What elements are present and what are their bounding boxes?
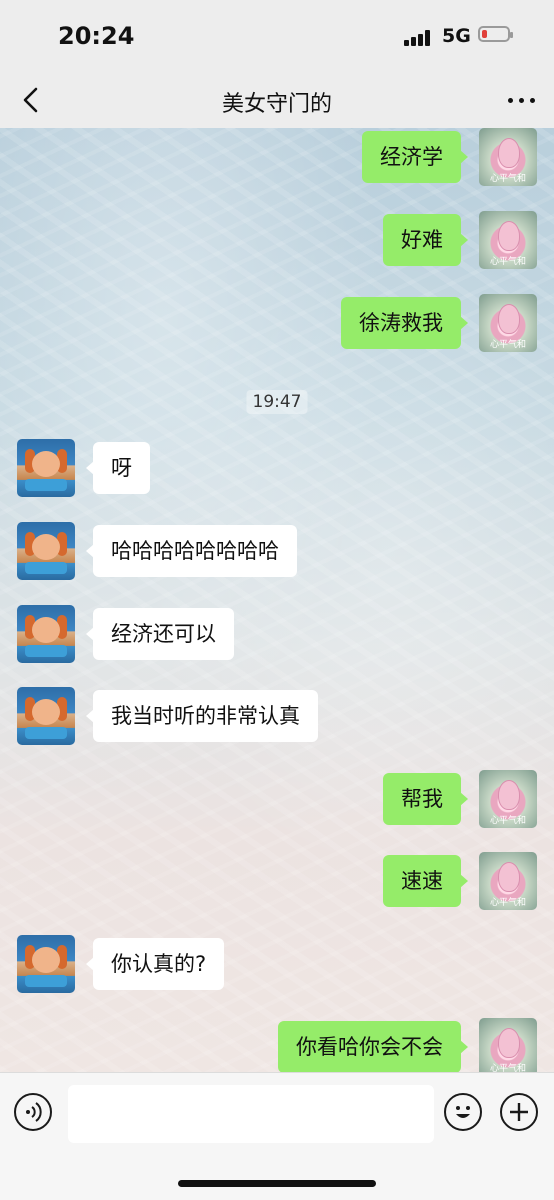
status-bar: 20:24 5G (0, 0, 554, 72)
contact-avatar[interactable] (17, 522, 75, 580)
my-avatar[interactable]: 心平气和 (479, 770, 537, 828)
battery-icon (478, 26, 513, 42)
contact-message-bubble[interactable]: 我当时听的非常认真 (86, 690, 318, 742)
my-avatar[interactable]: 心平气和 (479, 128, 537, 186)
message-timestamp: 19:47 (246, 390, 308, 414)
more-button[interactable] (506, 86, 538, 114)
contact-message-bubble[interactable]: 呀 (86, 442, 150, 494)
emoji-button[interactable] (444, 1093, 482, 1131)
more-dots-icon (508, 98, 513, 103)
contact-message-bubble[interactable]: 经济还可以 (86, 608, 234, 660)
my-avatar[interactable]: 心平气和 (479, 211, 537, 269)
signal-icon (404, 30, 434, 46)
my-message-bubble[interactable]: 速速 (383, 855, 468, 907)
plus-icon (510, 1103, 528, 1121)
my-message-bubble[interactable]: 你看哈你会不会 (278, 1021, 468, 1072)
voice-button[interactable] (14, 1093, 52, 1131)
contact-avatar[interactable] (17, 687, 75, 745)
contact-avatar[interactable] (17, 605, 75, 663)
avatar-caption: 心平气和 (489, 174, 526, 184)
my-message-bubble[interactable]: 好难 (383, 214, 468, 266)
my-avatar[interactable]: 心平气和 (479, 852, 537, 910)
avatar-caption: 心平气和 (489, 257, 526, 267)
avatar-caption: 心平气和 (489, 898, 526, 908)
message-input[interactable] (68, 1085, 434, 1143)
voice-icon (26, 1102, 42, 1122)
network-type: 5G (442, 25, 471, 47)
contact-message-bubble[interactable]: 哈哈哈哈哈哈哈哈 (86, 525, 297, 577)
chat-title: 美女守门的 (221, 92, 332, 117)
contact-avatar[interactable] (17, 935, 75, 993)
emoji-icon (456, 1106, 470, 1118)
status-time: 20:24 (58, 22, 135, 50)
my-message-bubble[interactable]: 经济学 (362, 131, 468, 183)
contact-avatar[interactable] (17, 439, 75, 497)
chat-area[interactable]: 经济学 心平气和 好难 心平气和 徐涛救我 心平气和 19:47 呀 哈哈哈哈哈… (0, 128, 554, 1072)
my-avatar[interactable]: 心平气和 (479, 1018, 537, 1072)
nav-bar: 美女守门的 (0, 72, 554, 128)
my-message-bubble[interactable]: 徐涛救我 (341, 297, 468, 349)
my-avatar[interactable]: 心平气和 (479, 294, 537, 352)
home-indicator (178, 1180, 376, 1187)
avatar-caption: 心平气和 (489, 1064, 526, 1072)
my-message-bubble[interactable]: 帮我 (383, 773, 468, 825)
contact-message-bubble[interactable]: 你认真的? (85, 938, 225, 990)
plus-button[interactable] (500, 1093, 538, 1131)
avatar-caption: 心平气和 (489, 340, 526, 350)
avatar-caption: 心平气和 (489, 816, 526, 826)
